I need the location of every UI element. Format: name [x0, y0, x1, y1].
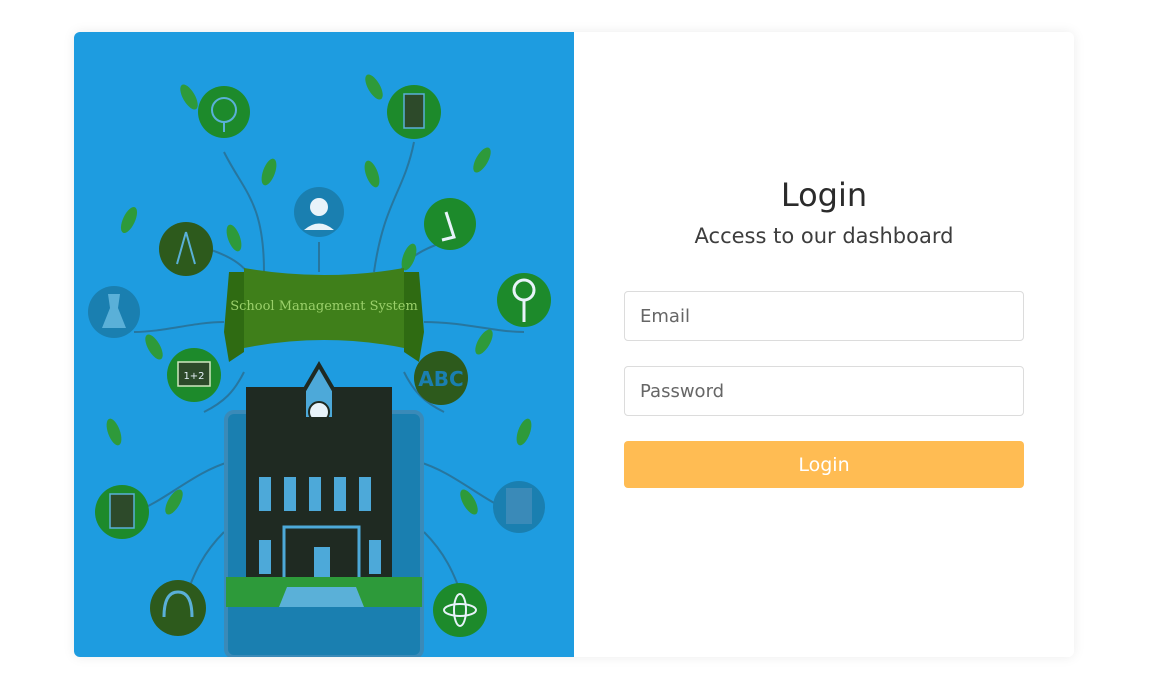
abc-text: ABC [418, 367, 463, 391]
login-title: Login [780, 176, 868, 214]
compass-circle-icon [159, 222, 213, 276]
password-input[interactable] [624, 366, 1024, 416]
login-card: 1+2 ABC School Management System Login A… [74, 32, 1074, 657]
email-input[interactable] [624, 291, 1024, 341]
headphones-circle-icon [150, 580, 206, 636]
login-subtitle: Access to our dashboard [694, 224, 954, 248]
login-panel: Login Access to our dashboard Login [574, 32, 1074, 657]
banner-text: School Management System [230, 299, 418, 314]
atom-circle-icon [433, 583, 487, 637]
login-button[interactable]: Login [624, 441, 1024, 488]
school-illustration-graphic: 1+2 ABC School Management System [88, 74, 551, 657]
school-illustration: 1+2 ABC School Management System [74, 32, 574, 657]
board-text: 1+2 [183, 371, 204, 382]
